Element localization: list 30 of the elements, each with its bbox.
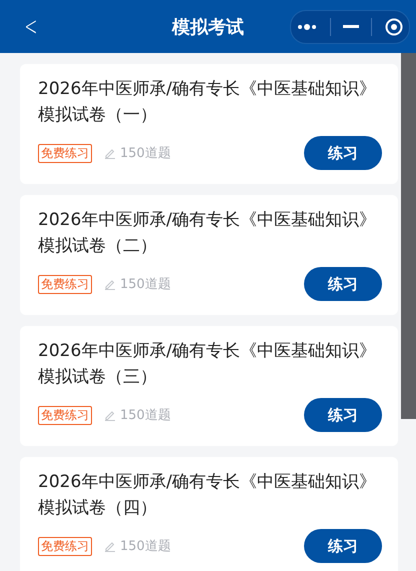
- free-tag: 免费练习: [38, 536, 92, 556]
- practice-button[interactable]: 练习: [304, 267, 382, 301]
- paper-card[interactable]: 2026年中医师承/确有专长《中医基础知识》模拟试卷（三） 免费练习 150道题 练习: [20, 326, 398, 446]
- free-tag: 免费练习: [38, 144, 92, 162]
- pencil-icon: [104, 278, 116, 290]
- more-icon[interactable]: [297, 22, 318, 30]
- free-tag: 免费练习: [38, 406, 92, 424]
- paper-card[interactable]: 2026年中医师承/确有专长《中医基础知识》模拟试卷（二） 免费练习 150道题 练习: [20, 195, 398, 315]
- paper-card[interactable]: 2026年中医师承/确有专长《中医基础知识》模拟试卷（四） 免费练习 150道题 练习: [20, 457, 398, 571]
- back-button[interactable]: <: [24, 14, 38, 40]
- close-icon[interactable]: [384, 18, 403, 36]
- paper-title: 2026年中医师承/确有专长《中医基础知识》模拟试卷（三）: [38, 340, 377, 389]
- question-count: 150道题: [120, 276, 171, 293]
- practice-button[interactable]: 练习: [304, 136, 382, 170]
- pencil-icon: [104, 147, 116, 159]
- pencil-icon: [104, 540, 116, 552]
- paper-title: 2026年中医师承/确有专长《中医基础知识》模拟试卷（二）: [38, 209, 377, 258]
- page-title: 模拟考试: [172, 16, 244, 38]
- question-count: 150道题: [120, 538, 171, 555]
- practice-button[interactable]: 练习: [304, 398, 382, 432]
- free-tag: 免费练习: [38, 274, 92, 294]
- question-count: 150道题: [120, 145, 171, 162]
- paper-title: 2026年中医师承/确有专长《中医基础知识》模拟试卷（一）: [38, 78, 377, 127]
- paper-title: 2026年中医师承/确有专长《中医基础知识》模拟试卷（四）: [38, 471, 377, 520]
- minimize-icon[interactable]: [342, 24, 359, 28]
- practice-button[interactable]: 练习: [304, 529, 382, 563]
- paper-card[interactable]: 2026年中医师承/确有专长《中医基础知识》模拟试卷（一） 免费练习 150道题 练习: [20, 64, 398, 184]
- scrollbar[interactable]: [401, 53, 416, 419]
- question-count: 150道题: [120, 407, 171, 424]
- pencil-icon: [104, 409, 116, 421]
